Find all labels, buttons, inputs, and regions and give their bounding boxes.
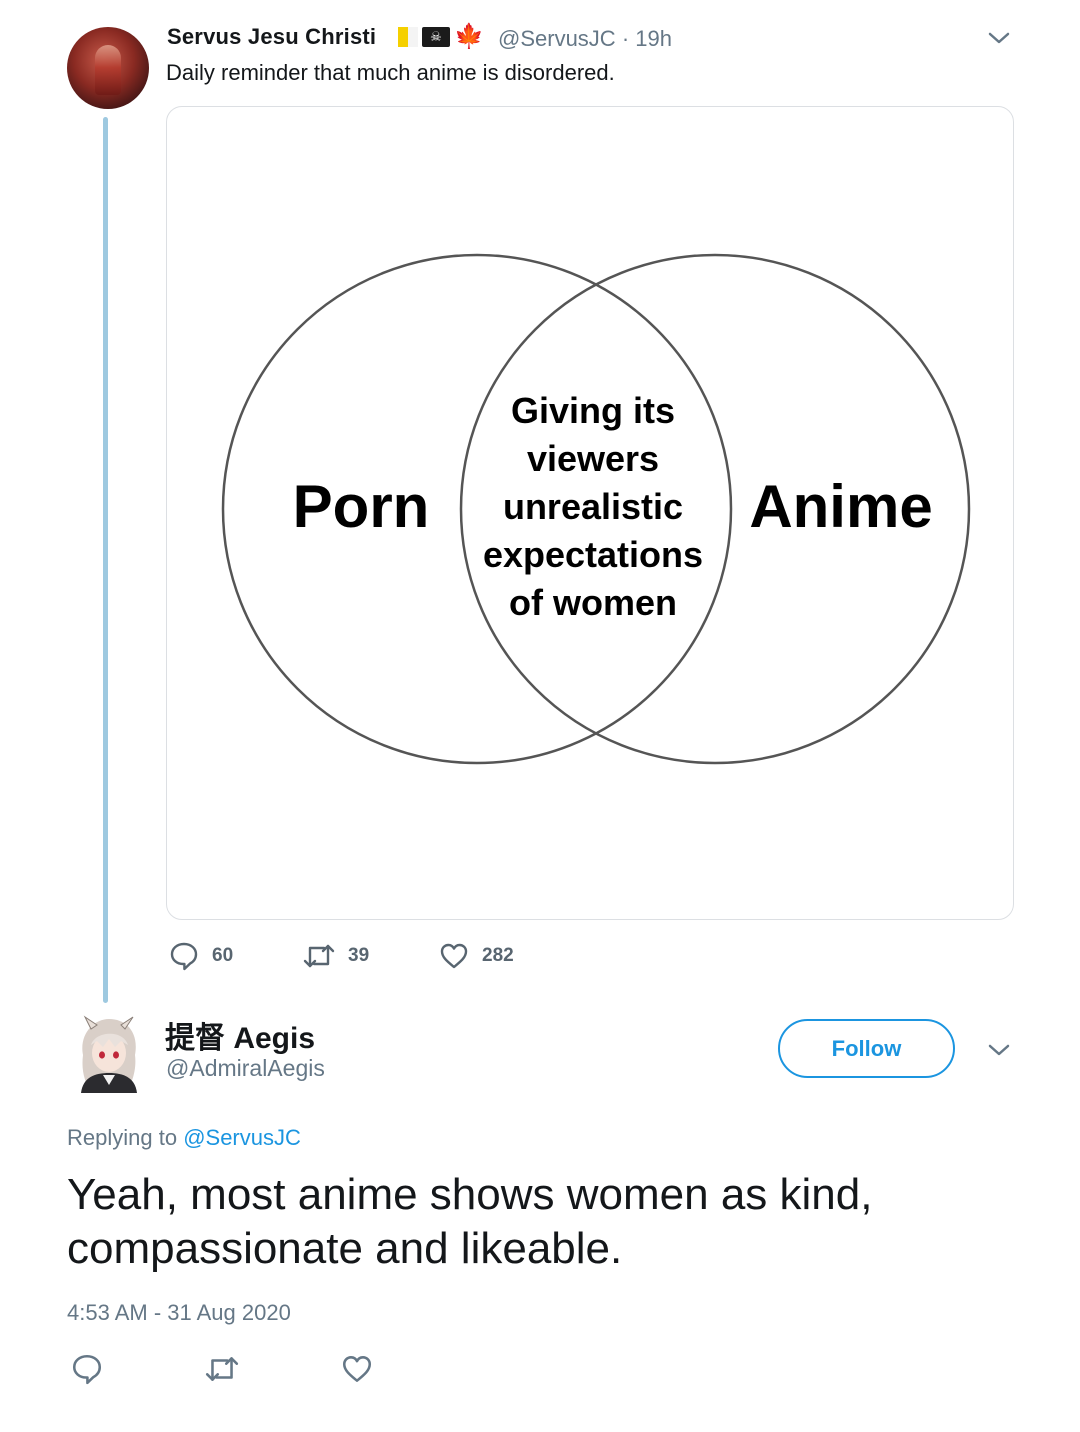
retweet-count: 39 [348, 945, 370, 966]
thread-connector-line [103, 117, 108, 1003]
chevron-down-icon[interactable] [985, 1038, 1013, 1062]
reply-count: 60 [212, 945, 234, 966]
author-name-emoji-flags: ☠ 🍁 [398, 25, 484, 49]
time-separator: · [621, 26, 630, 51]
reply-text: Yeah, most anime shows women as kind, co… [67, 1170, 873, 1273]
reply-timestamp[interactable]: 4:53 AM - 31 Aug 2020 [67, 1300, 291, 1326]
venn-overlap-line: Giving its [511, 390, 675, 431]
reply-icon [170, 942, 198, 971]
reply-icon[interactable] [70, 1352, 104, 1386]
author-avatar[interactable] [67, 27, 149, 109]
reply-author-handle[interactable]: @AdmiralAegis [166, 1055, 325, 1082]
tweet-time-ago[interactable]: 19h [635, 26, 672, 51]
venn-overlap-line: expectations [483, 534, 703, 575]
tweet-media-image[interactable]: Porn Anime Giving its viewers unrealisti… [166, 106, 1014, 920]
retweet-action[interactable]: 39 [302, 940, 369, 972]
like-action[interactable]: 282 [438, 940, 514, 972]
reply-action[interactable]: 60 [168, 940, 233, 972]
venn-right-label: Anime [749, 473, 932, 540]
venn-left-label: Porn [293, 473, 430, 540]
vatican-flag-icon [398, 27, 418, 47]
replying-to-line: Replying to @ServusJC [67, 1125, 301, 1151]
replying-to-prefix: Replying to [67, 1125, 184, 1150]
reply-author-avatar[interactable] [73, 1015, 145, 1093]
retweet-icon[interactable] [204, 1352, 240, 1386]
venn-diagram: Porn Anime Giving its viewers unrealisti… [221, 253, 971, 765]
tweet-handle[interactable]: @ServusJC [498, 26, 616, 51]
retweet-icon [303, 944, 335, 968]
venn-overlap-line: viewers [527, 438, 659, 479]
heart-icon [440, 943, 468, 969]
avatar-figure [95, 45, 121, 95]
tweet-handle-and-time: @ServusJC · 19h [498, 26, 672, 52]
heart-icon[interactable] [340, 1352, 374, 1386]
venn-overlap-line: of women [509, 582, 677, 623]
chevron-down-icon[interactable] [985, 26, 1013, 50]
tweet-author-name[interactable]: Servus Jesu Christi [167, 24, 376, 50]
like-count: 282 [482, 945, 514, 966]
follow-button[interactable]: Follow [778, 1019, 955, 1078]
reply-author-name[interactable]: 提督 Aegis [165, 1013, 315, 1057]
tweet-text: Daily reminder that much anime is disord… [166, 60, 615, 85]
replying-to-handle-link[interactable]: @ServusJC [183, 1125, 301, 1150]
maple-leaf-icon: 🍁 [454, 23, 484, 50]
pirate-flag-icon: ☠ [422, 27, 450, 47]
venn-overlap-line: unrealistic [503, 486, 683, 527]
